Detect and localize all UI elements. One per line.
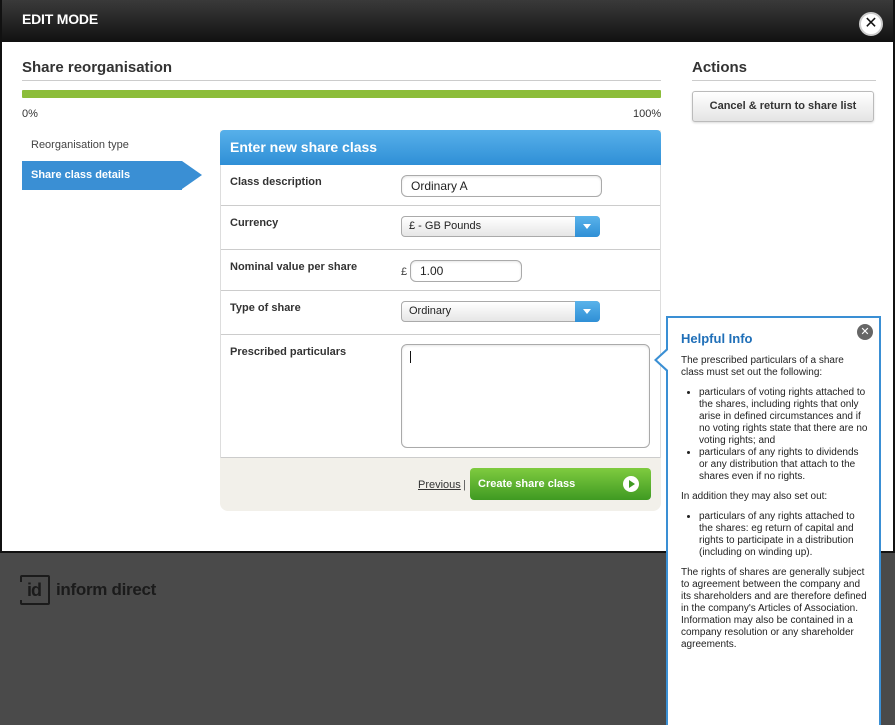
title-divider — [22, 80, 661, 81]
close-help-icon[interactable]: ✕ — [857, 324, 873, 340]
nominal-value-label: Nominal value per share — [230, 261, 358, 273]
currency-value: £ - GB Pounds — [409, 220, 482, 232]
currency-label: Currency — [230, 217, 279, 229]
help-outro: The rights of shares are generally subje… — [681, 567, 867, 650]
help-list-required: particulars of voting rights attached to… — [699, 387, 869, 483]
create-share-class-button[interactable]: Create share class — [470, 468, 651, 500]
modal-header: EDIT MODE ✕ — [2, 0, 893, 42]
type-of-share-label: Type of share — [230, 302, 301, 314]
row-prescribed-particulars: Prescribed particulars — [221, 335, 660, 458]
create-share-class-label: Create share class — [478, 478, 576, 490]
progress-min-label: 0% — [22, 108, 38, 120]
form-title: Enter new share class — [220, 130, 661, 165]
logo-mark-text: id — [27, 580, 42, 600]
currency-select[interactable]: £ - GB Pounds — [401, 216, 600, 237]
helpful-info-body: The prescribed particulars of a share cl… — [681, 355, 869, 659]
type-of-share-select[interactable]: Ordinary — [401, 301, 600, 322]
step-share-class-details[interactable]: Share class details — [22, 161, 202, 190]
nominal-value-input[interactable]: 1.00 — [410, 260, 522, 282]
text-caret — [410, 351, 411, 363]
share-class-form: Enter new share class Class description … — [220, 130, 661, 511]
form-rows: Class description Ordinary A Currency £ … — [220, 165, 661, 458]
progress-bar — [22, 90, 661, 98]
link-separator: | — [463, 479, 466, 491]
cancel-return-button[interactable]: Cancel & return to share list — [692, 91, 874, 122]
list-item: particulars of any rights to dividends o… — [699, 447, 869, 483]
prescribed-particulars-label: Prescribed particulars — [230, 346, 347, 358]
id-logo-icon: id — [20, 575, 50, 605]
list-item: particulars of any rights attached to th… — [699, 511, 869, 559]
close-modal-icon[interactable]: ✕ — [859, 12, 883, 36]
previous-link[interactable]: Previous — [418, 479, 461, 491]
row-type-of-share: Type of share Ordinary — [221, 291, 660, 335]
helpful-info-title: Helpful Info — [681, 331, 753, 346]
step-reorganisation-type[interactable]: Reorganisation type — [22, 139, 182, 151]
class-description-label: Class description — [230, 176, 322, 188]
logo-text: inform direct — [56, 580, 157, 599]
arrow-right-icon — [623, 476, 639, 492]
list-item: particulars of voting rights attached to… — [699, 387, 869, 447]
class-description-input[interactable]: Ordinary A — [401, 175, 602, 197]
chevron-down-icon[interactable] — [575, 301, 600, 322]
help-mid: In addition they may also set out: — [681, 491, 828, 502]
row-currency: Currency £ - GB Pounds — [221, 206, 660, 250]
page-title: Share reorganisation — [22, 59, 173, 76]
help-list-optional: particulars of any rights attached to th… — [699, 511, 869, 559]
row-class-description: Class description Ordinary A — [221, 165, 660, 206]
actions-divider — [692, 80, 876, 81]
inform-direct-logo: id inform direct — [20, 575, 156, 605]
progress-max-label: 100% — [633, 108, 662, 120]
currency-prefix: £ — [401, 266, 408, 278]
help-intro: The prescribed particulars of a share cl… — [681, 355, 844, 378]
prescribed-particulars-textarea[interactable] — [401, 344, 650, 448]
row-nominal-value: Nominal value per share £ 1.00 — [221, 250, 660, 291]
modal-title: EDIT MODE — [22, 11, 98, 27]
chevron-down-icon[interactable] — [575, 216, 600, 237]
helpful-info-popover: Helpful Info ✕ The prescribed particular… — [654, 316, 881, 725]
actions-title: Actions — [692, 59, 748, 76]
type-of-share-value: Ordinary — [409, 305, 452, 317]
